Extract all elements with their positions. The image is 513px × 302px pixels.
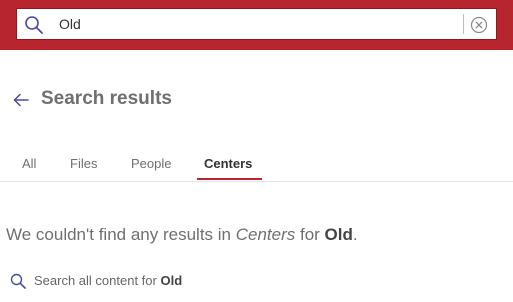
message-middle: for — [295, 225, 325, 244]
active-tab-indicator — [197, 178, 262, 180]
top-bar — [0, 0, 513, 50]
message-prefix: We couldn't find any results in — [6, 225, 236, 244]
clear-circle-icon[interactable] — [470, 16, 488, 34]
message-scope: Centers — [235, 225, 296, 244]
tab-people[interactable]: People — [131, 156, 171, 171]
arrow-left-icon[interactable] — [13, 93, 29, 107]
page-title: Search results — [41, 88, 172, 109]
message-suffix: . — [352, 225, 358, 244]
search-icon — [25, 16, 43, 34]
no-results-message: We couldn't find any results in Centers … — [6, 224, 358, 246]
tab-centers[interactable]: Centers — [204, 156, 252, 171]
search-icon — [10, 273, 26, 289]
search-divider — [463, 14, 464, 34]
search-box[interactable] — [16, 8, 497, 40]
results-tabs: All Files People Centers — [0, 152, 513, 182]
search-all-prefix: Search all content for — [34, 273, 161, 288]
message-query: Old — [324, 225, 353, 244]
search-input[interactable] — [59, 14, 459, 34]
search-all-label: Search all content for Old — [34, 273, 182, 288]
tab-files[interactable]: Files — [70, 156, 97, 171]
search-all-query: Old — [160, 273, 183, 288]
tab-all[interactable]: All — [22, 156, 36, 171]
